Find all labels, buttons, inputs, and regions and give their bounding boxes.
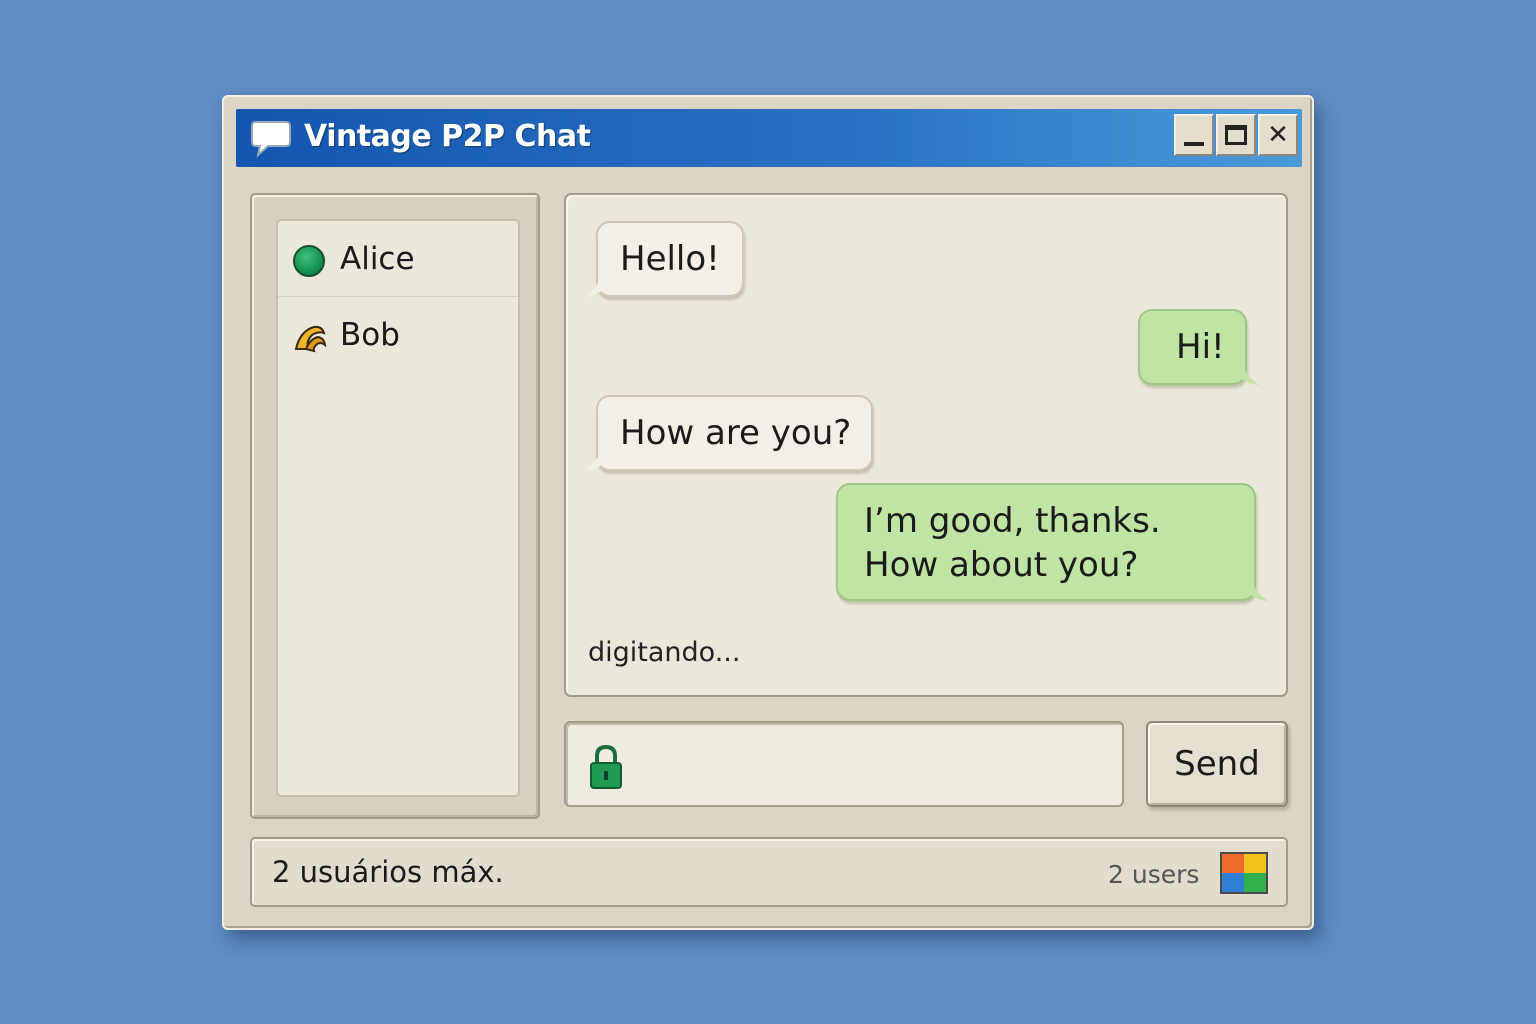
minimize-icon: [1184, 142, 1204, 146]
minimize-button[interactable]: [1174, 114, 1214, 156]
network-grid-icon[interactable]: [1220, 852, 1268, 894]
message-input[interactable]: [638, 737, 1108, 793]
title-bar[interactable]: Vintage P2P Chat ✕: [236, 109, 1302, 167]
chat-window: Vintage P2P Chat ✕ Alice Bob Hello! Hi! …: [222, 95, 1314, 930]
user-name: Bob: [340, 317, 400, 353]
maximize-button[interactable]: [1216, 114, 1256, 156]
grid-cell: [1222, 873, 1244, 892]
close-button[interactable]: ✕: [1258, 114, 1298, 156]
message-text: How are you?: [620, 413, 852, 453]
user-item-bob[interactable]: Bob: [278, 299, 518, 371]
message-composer[interactable]: [564, 721, 1124, 807]
away-status-icon: [294, 325, 327, 353]
grid-cell: [1222, 854, 1244, 873]
grid-cell: [1244, 873, 1266, 892]
send-button[interactable]: Send: [1146, 721, 1288, 807]
message-text: Hi!: [1176, 327, 1225, 367]
online-status-icon: [293, 245, 325, 277]
bubble-tail: [1238, 581, 1268, 601]
user-item-alice[interactable]: Alice: [278, 221, 518, 297]
user-list-panel: Alice Bob: [250, 193, 540, 819]
message-bubble-incoming: How are you?: [584, 395, 874, 471]
grid-cell: [1244, 854, 1266, 873]
max-users-text: 2 usuários máx.: [272, 855, 504, 889]
typing-indicator: digitando...: [588, 637, 741, 668]
message-area[interactable]: Hello! Hi! How are you? I’m good, thanks…: [564, 193, 1288, 697]
bubble-tail: [584, 451, 614, 471]
user-name: Alice: [340, 241, 415, 277]
bubble-tail: [1228, 365, 1259, 385]
bubble-tail: [584, 277, 614, 297]
close-icon: ✕: [1267, 120, 1289, 150]
status-bar: 2 usuários máx. 2 users: [250, 837, 1288, 907]
user-count: 2 users: [1108, 860, 1200, 889]
message-bubble-outgoing: I’m good, thanks. How about you?: [836, 483, 1268, 601]
message-text: Hello!: [620, 239, 720, 279]
message-text: I’m good, thanks. How about you?: [864, 501, 1161, 585]
message-bubble-outgoing: Hi!: [1138, 309, 1259, 385]
chat-bubble-icon: [251, 121, 291, 158]
user-list: Alice Bob: [276, 219, 520, 797]
padlock-icon: [590, 744, 622, 789]
maximize-icon: [1225, 125, 1247, 145]
window-title: Vintage P2P Chat: [304, 119, 591, 154]
message-bubble-incoming: Hello!: [584, 221, 744, 297]
